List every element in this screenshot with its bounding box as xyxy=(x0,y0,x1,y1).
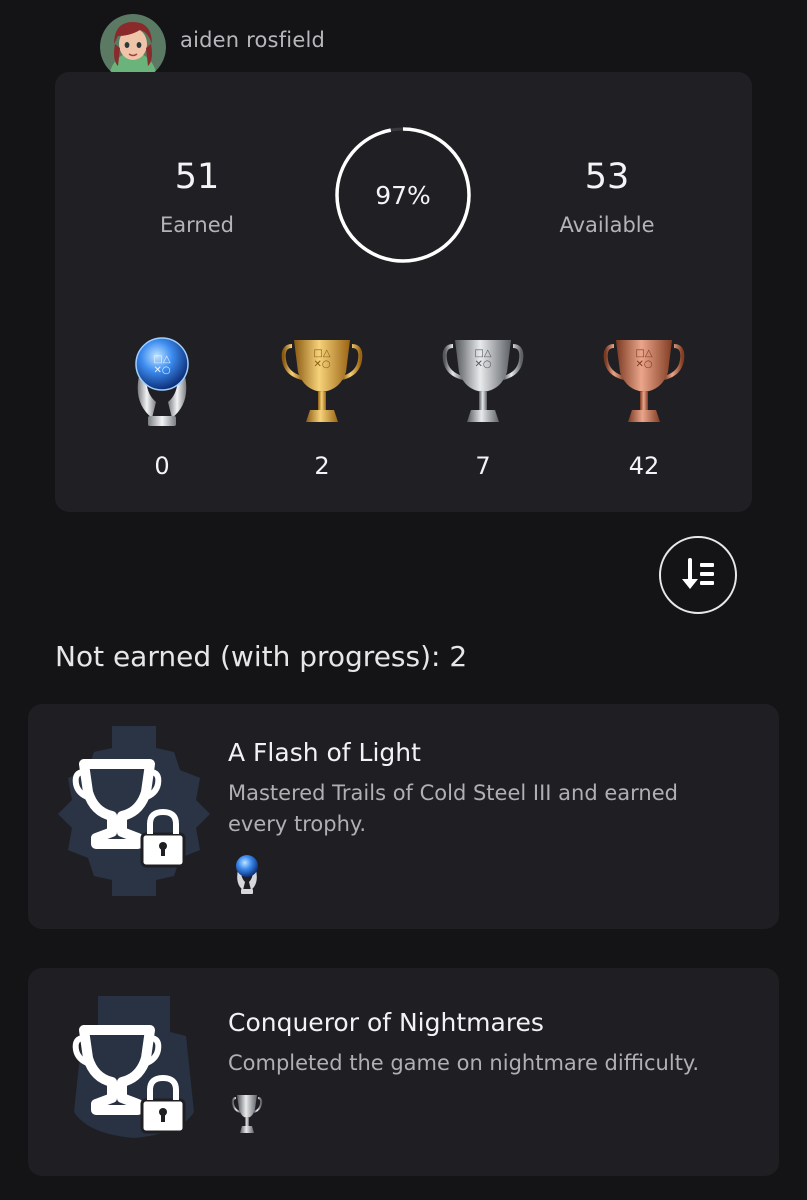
svg-text:□△: □△ xyxy=(313,348,330,359)
sort-icon xyxy=(682,558,714,589)
earned-count: 51 xyxy=(174,157,220,197)
gold-trophy-icon: □△ ✕○ xyxy=(281,340,363,422)
earned-stat: 51 Earned xyxy=(97,157,297,238)
platinum-count: 0 xyxy=(154,452,170,480)
trophy-name: Conqueror of Nightmares xyxy=(228,1008,544,1037)
silver-trophy-icon xyxy=(231,1095,263,1133)
locked-trophy-icon xyxy=(72,996,194,1138)
svg-text:□△: □△ xyxy=(474,348,491,359)
svg-text:□△: □△ xyxy=(153,354,170,365)
progress-ring: 97% xyxy=(333,125,473,265)
trophy-summary-card: 51 Earned 97% 53 Available □△ ✕○ 0 □△ ✕○… xyxy=(55,72,752,512)
platinum-trophy-column: □△ ✕○ 0 xyxy=(112,332,212,480)
locked-trophy-icon xyxy=(58,726,210,896)
platinum-trophy-icon: □△ ✕○ xyxy=(135,337,189,426)
progress-percent: 97% xyxy=(375,180,431,210)
trophy-description: Mastered Trails of Cold Steel III and ea… xyxy=(228,781,678,836)
silver-count: 7 xyxy=(475,452,491,480)
gold-trophy-column: □△ ✕○ 2 xyxy=(272,332,372,480)
svg-text:✕○: ✕○ xyxy=(635,359,652,370)
gold-count: 2 xyxy=(314,452,330,480)
platinum-trophy-icon xyxy=(236,855,258,894)
silver-trophy-column: □△ ✕○ 7 xyxy=(433,332,533,480)
svg-text:✕○: ✕○ xyxy=(474,359,491,370)
sort-button[interactable] xyxy=(659,536,737,614)
section-title: Not earned (with progress): 2 xyxy=(55,640,468,673)
trophy-card[interactable]: A Flash of Light Mastered Trails of Cold… xyxy=(28,704,779,929)
svg-text:□△: □△ xyxy=(635,348,652,359)
svg-text:✕○: ✕○ xyxy=(153,365,170,376)
available-stat: 53 Available xyxy=(507,157,707,238)
available-label: Available xyxy=(559,213,655,237)
bronze-trophy-icon: □△ ✕○ xyxy=(603,340,685,422)
bronze-count: 42 xyxy=(628,452,660,480)
trophy-card[interactable]: Conqueror of Nightmares Completed the ga… xyxy=(28,968,779,1176)
svg-text:✕○: ✕○ xyxy=(313,359,330,370)
trophy-description: Completed the game on nightmare difficul… xyxy=(228,1051,700,1075)
trophy-name: A Flash of Light xyxy=(228,738,421,767)
available-count: 53 xyxy=(584,157,630,197)
earned-label: Earned xyxy=(160,213,234,237)
silver-trophy-icon: □△ ✕○ xyxy=(442,340,524,422)
avatar[interactable] xyxy=(100,14,166,80)
bronze-trophy-column: □△ ✕○ 42 xyxy=(594,332,694,480)
username: aiden rosfield xyxy=(180,28,326,52)
